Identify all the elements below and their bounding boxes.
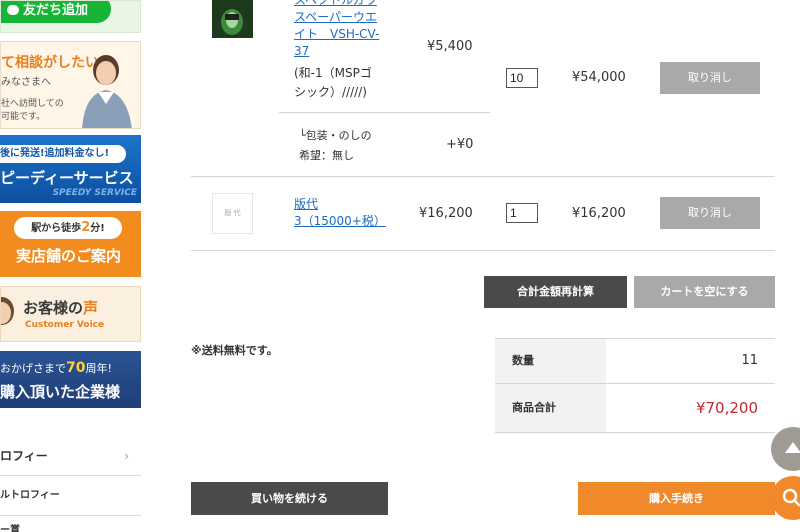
summary-total-label: 商品合計 [495,384,606,432]
corp-line1-suffix: 周年! [85,362,112,375]
consult-desc: 社へ訪問しての 可能です。 [1,98,64,124]
product-option-line: (和-1（MSPゴ [294,66,372,80]
corporate-clients-banner[interactable]: おかげさまで70周年! 購入頂いた企業様 [0,351,141,408]
row-divider [191,176,775,177]
search-icon [782,488,800,507]
store-walk-minutes: 2 [81,220,91,235]
line-friend-label: 友だち追加 [23,3,89,18]
unit-price: ¥5,400 [427,39,473,54]
product-name-line: 版代 [294,197,319,211]
quantity-input[interactable]: 10 [506,68,538,88]
scroll-top-button[interactable] [771,427,800,471]
item-subtotal: ¥54,000 [572,70,626,85]
product-name-line: スペーパーウエ [294,10,378,24]
speedy-top-text: 後に発送!追加料金なし! [0,145,126,163]
speedy-service-banner[interactable]: 後に発送!追加料金なし! ピーディーサービス SPEEDY SERVICE [0,135,141,203]
sidebar-subcategory-label: ー賞 [0,525,20,532]
remove-item-button[interactable]: 取り消し [660,62,760,94]
line-friend-pill: 友だち追加 [1,1,111,23]
store-guide-banner[interactable]: 駅から徒歩2分! 実店舗のご案内 [0,211,141,277]
summary-total-row: 商品合計 ¥70,200 [495,384,775,433]
customer-photo-icon [1,297,14,325]
up-triangle-icon [785,442,800,453]
product-name-line: イト VSH-CV- [294,27,380,41]
corp-line1-num: 70 [66,360,86,376]
continue-shopping-button[interactable]: 買い物を続ける [191,482,388,515]
consult-sub: みなさまへ [1,77,51,88]
staff-photo-icon [82,55,132,128]
sidebar-subcategory-label: ルトロフィー [0,490,60,501]
option-divider [279,112,490,113]
product-thumbnail[interactable]: 版 代 [212,193,253,234]
store-walk-bubble: 駅から徒歩2分! [14,217,122,239]
sidebar-subcategory-award[interactable]: ー賞 [0,520,141,532]
summary-qty-row: 数量 11 [495,339,775,384]
remove-item-button[interactable]: 取り消し [660,197,760,229]
consult-desc-line1: 社へ訪問しての [1,99,64,109]
product-name-link[interactable]: 版代 3（15000+税） [294,196,394,230]
product-name-line: 3（15000+税） [294,214,386,228]
consultation-banner[interactable]: て相談がしたい」 みなさまへ 社へ訪問しての 可能です。 [0,41,141,129]
sidebar-subcategory-trophy[interactable]: ルトロフィー [0,477,141,516]
line-friend-banner[interactable]: 友だち追加 [0,0,141,33]
empty-cart-button[interactable]: カートを空にする [634,276,775,308]
sidebar-category-label: ロフィー [0,449,48,463]
search-fab-button[interactable] [771,476,800,520]
voice-title-prefix: お客様の [23,299,84,317]
corp-anniversary-text: おかげさまで70周年! [0,360,112,376]
consult-desc-line2: 可能です。 [1,112,46,122]
product-option: (和-1（MSPゴ シック）/////) [294,64,372,102]
product-thumbnail[interactable] [212,0,253,38]
row-divider [191,250,775,251]
customer-voice-title: お客様の声 [23,297,98,318]
corp-clients-title: 購入頂いた企業様 [0,383,121,401]
wrapping-option: └包装・のしの 希望：無し [299,126,372,166]
wrapping-option-line: └包装・のしの [299,129,372,142]
customer-voice-banner[interactable]: お客様の声 Customer Voice [0,286,141,342]
store-walk-suffix: 分! [90,223,105,234]
chevron-right-icon: › [124,449,129,463]
sidebar-category-trophy[interactable]: ロフィー › [0,438,141,476]
product-name-line: 37 [294,44,310,58]
unit-price: ¥16,200 [419,206,473,221]
summary-qty-label: 数量 [495,339,606,383]
quantity-input[interactable]: 1 [506,203,538,223]
voice-title-accent: 声 [83,299,99,317]
recalculate-button[interactable]: 合計金額再計算 [484,276,627,308]
wrapping-option-line: 希望：無し [299,149,354,162]
product-name-line: スペクトルガラ [294,0,377,7]
summary-total-value: ¥70,200 [695,399,758,417]
customer-voice-sub: Customer Voice [25,320,105,330]
corp-line1-prefix: おかげさまで [0,362,66,375]
speedy-main-text: ピーディーサービス [0,169,134,187]
wrapping-price: +¥0 [446,137,474,152]
speedy-tag: SPEEDY SERVICE [52,188,137,198]
store-walk-prefix: 駅から徒歩 [31,223,82,234]
store-guide-title: 実店舗のご案内 [16,247,122,265]
order-summary: 数量 11 商品合計 ¥70,200 [495,338,775,433]
checkout-button[interactable]: 購入手続き [578,482,775,515]
line-chat-icon [7,5,19,15]
product-option-line: シック）/////) [294,85,367,99]
summary-qty-value: 11 [741,353,758,368]
item-subtotal: ¥16,200 [572,206,626,221]
shipping-note: ※送料無料です。 [191,344,278,357]
product-name-link[interactable]: スペクトルガラ スペーパーウエ イト VSH-CV- 37 [294,0,394,60]
